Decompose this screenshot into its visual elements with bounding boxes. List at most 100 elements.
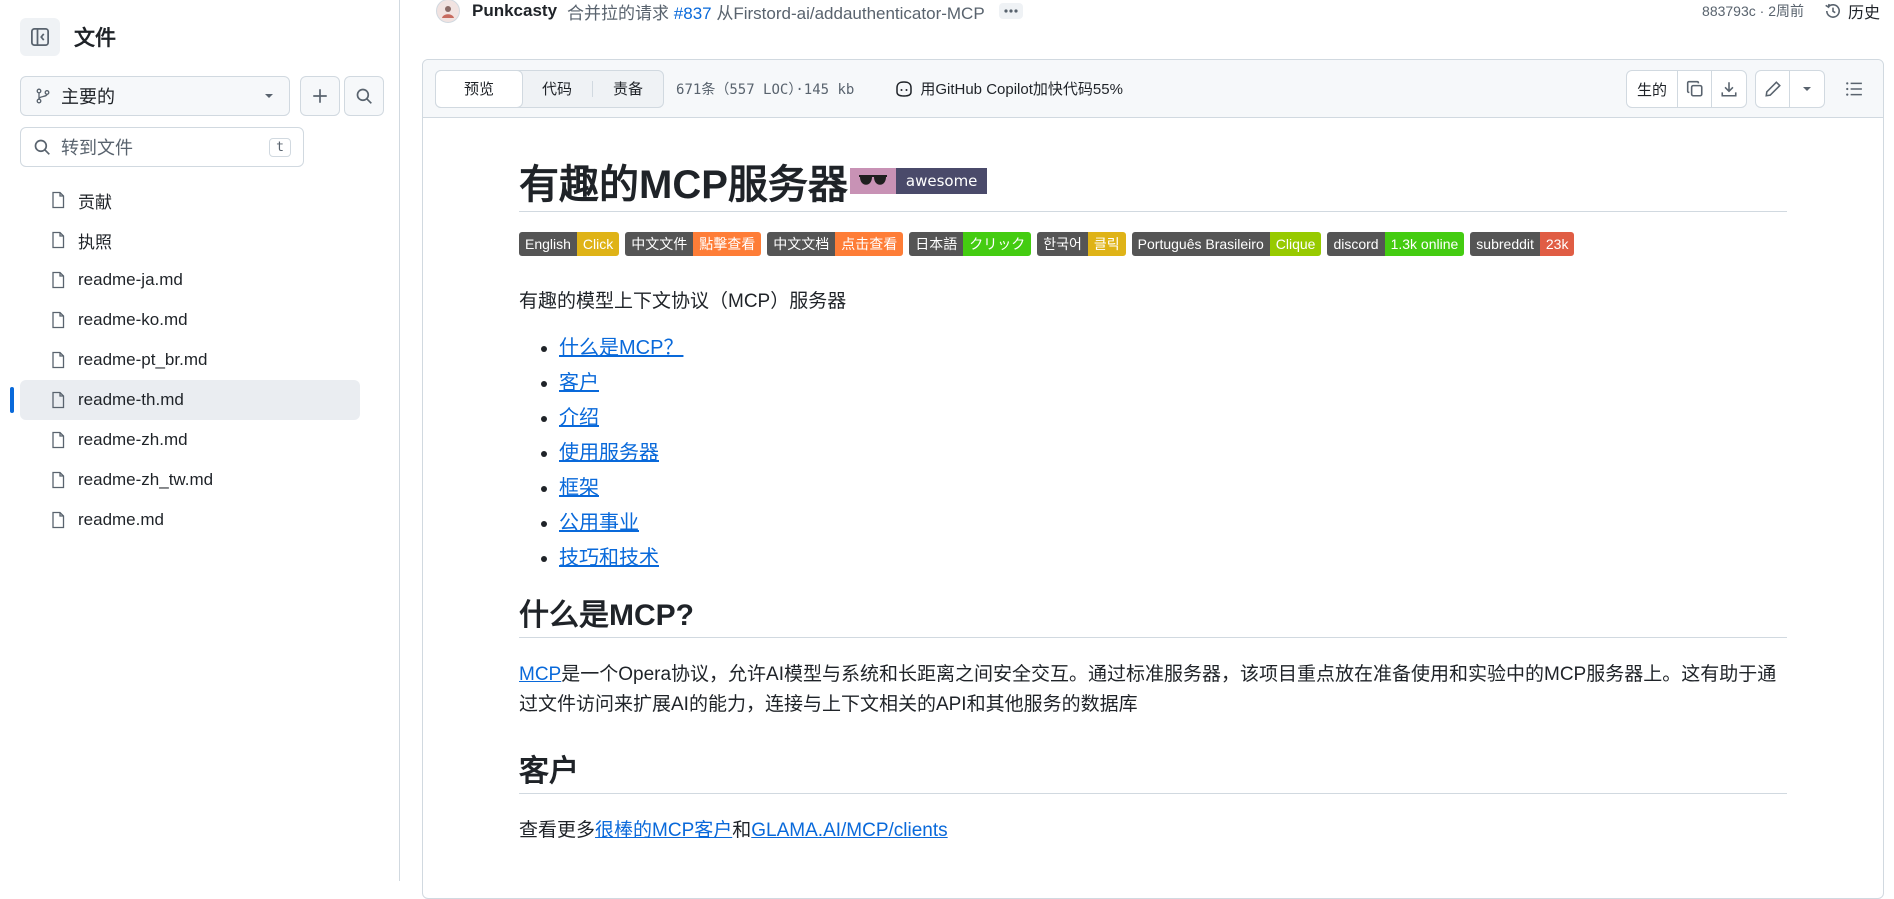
commit-author[interactable]: Punkcasty — [472, 1, 557, 21]
file-tree-item[interactable]: readme-zh_tw.md — [20, 460, 360, 500]
file-tree-item[interactable]: readme-pt_br.md — [20, 340, 360, 380]
file-icon — [52, 511, 65, 529]
file-tree-item[interactable]: 执照 — [20, 220, 360, 260]
sunglasses-icon — [858, 174, 887, 185]
copilot-promo-link[interactable]: 用GitHub Copilot加快代码55% — [894, 78, 1123, 99]
go-to-file-input[interactable]: 转到文件 t — [20, 127, 304, 167]
file-icon — [52, 351, 65, 369]
toc-link[interactable]: 客户 — [559, 372, 599, 394]
readme-title-heading: 有趣的MCP服务器 awesome — [519, 156, 1787, 212]
edit-dropdown-button[interactable] — [1790, 71, 1824, 107]
expand-commit-button[interactable] — [998, 3, 1023, 19]
commit-message-suffix: 从Firstord-ai/addauthenticator-MCP — [716, 3, 985, 23]
awesome-badge[interactable]: awesome — [849, 167, 988, 194]
toc-item: 框架 — [559, 471, 1787, 506]
file-tree-item-label: readme-zh_tw.md — [78, 470, 214, 489]
toc-item: 公用事业 — [559, 506, 1787, 541]
branch-name: 主要的 — [61, 87, 115, 107]
commit-meta: 883793c · 2周前 历史 — [1702, 0, 1880, 23]
file-tree-item[interactable]: readme-th.md — [10, 380, 360, 420]
toc-item: 什么是MCP？ — [559, 331, 1787, 366]
awesome-mcp-clients-link[interactable]: 很棒的MCP客户 — [595, 820, 732, 841]
file-tree-item-label: readme-th.md — [78, 390, 184, 409]
toc-item: 客户 — [559, 366, 1787, 401]
file-tree-item-label: readme-ko.md — [78, 310, 188, 329]
awesome-logo — [849, 167, 896, 194]
badge-right-label: 23k — [1539, 232, 1575, 256]
language-badge[interactable]: 日本語 クリック — [909, 232, 1032, 256]
caret-down-icon — [1803, 87, 1811, 91]
file-tree-item-label: readme-zh.md — [78, 430, 188, 449]
commit-message[interactable]: 合并拉的请求 #837 从Firstord-ai/addauthenticato… — [567, 0, 985, 24]
file-icon — [52, 271, 65, 289]
badge-left-label: 한국어 — [1037, 232, 1088, 256]
avatar[interactable] — [436, 0, 460, 23]
commit-sha-time[interactable]: 883793c · 2周前 — [1702, 1, 1804, 21]
toc-link[interactable]: 使用服务器 — [559, 442, 659, 464]
badge-left-label: English — [519, 232, 577, 256]
toc-link[interactable]: 什么是MCP？ — [559, 337, 683, 359]
glama-clients-link[interactable]: GLAMA.AI/MCP/clients — [751, 820, 947, 841]
history-icon — [1825, 3, 1840, 18]
add-file-button[interactable] — [300, 76, 340, 116]
plus-icon — [313, 89, 327, 103]
raw-button[interactable]: 生的 — [1627, 71, 1678, 107]
mcp-link[interactable]: MCP — [519, 664, 561, 685]
outline-button[interactable] — [1837, 70, 1871, 108]
mcp-description: 是一个Opera协议，允许AI模型与系统和长距离之间安全交互。通过标准服务器，该… — [519, 664, 1777, 715]
badge-left-label: 中文文件 — [625, 232, 694, 256]
download-button[interactable] — [1712, 71, 1746, 107]
badge-left-label: subreddit — [1470, 232, 1540, 256]
file-tree-item-label: 执照 — [78, 232, 112, 252]
file-actions: 生的 — [1625, 70, 1871, 108]
file-icon — [52, 431, 65, 449]
toc-item: 介绍 — [559, 401, 1787, 436]
language-badge[interactable]: 한국어 클릭 — [1037, 232, 1126, 256]
file-icon — [52, 311, 65, 329]
language-badge[interactable]: subreddit 23k — [1470, 232, 1575, 256]
toc-link[interactable]: 框架 — [559, 477, 599, 499]
toc-link[interactable]: 技巧和技术 — [559, 547, 659, 569]
file-tree-item[interactable]: readme-ko.md — [20, 300, 360, 340]
language-badge[interactable]: 中文文档 点击查看 — [767, 232, 904, 256]
view-mode-tabs: 预览 代码 责备 — [435, 69, 665, 108]
toc-item: 技巧和技术 — [559, 541, 1787, 576]
shortcut-key: t — [269, 137, 291, 157]
git-branch-icon — [36, 88, 50, 104]
pr-link[interactable]: #837 — [674, 4, 712, 23]
go-to-file-placeholder: 转到文件 — [61, 138, 133, 158]
sidebar-header: 文件 — [20, 18, 116, 56]
tab-blame[interactable]: 责备 — [593, 71, 663, 107]
tab-preview[interactable]: 预览 — [435, 69, 524, 108]
file-tree-item-label: readme.md — [78, 510, 164, 529]
tab-code[interactable]: 代码 — [522, 71, 592, 107]
copy-raw-button[interactable] — [1678, 71, 1712, 107]
language-badge[interactable]: Português Brasileiro Clique — [1131, 232, 1322, 256]
search-icon — [34, 139, 50, 155]
history-button[interactable]: 历史 — [1824, 0, 1880, 23]
search-files-button[interactable] — [344, 76, 384, 116]
toc-link[interactable]: 介绍 — [559, 407, 599, 429]
edit-file-button[interactable] — [1756, 71, 1790, 107]
language-badge[interactable]: English Click — [519, 232, 620, 256]
file-tree-item-label: readme-ja.md — [78, 270, 183, 289]
file-tree-item[interactable]: readme.md — [20, 500, 360, 540]
language-badge[interactable]: discord 1.3k online — [1327, 232, 1465, 256]
list-outline-icon — [1846, 82, 1862, 96]
language-badge[interactable]: 中文文件 點擊查看 — [625, 232, 762, 256]
pencil-icon — [1764, 81, 1781, 97]
file-tree-item[interactable]: readme-zh.md — [20, 420, 360, 460]
latest-commit-bar: Punkcasty 合并拉的请求 #837 从Firstord-ai/addau… — [436, 0, 1880, 24]
badge-right-label: Click — [576, 232, 620, 256]
kebab-horizontal-icon — [1004, 9, 1018, 13]
file-tree-item[interactable]: 贡献 — [20, 180, 360, 220]
file-viewer: 预览 代码 责备 671条（557 LOC）·145 kb 用GitHub Co… — [422, 59, 1884, 899]
file-tree-item-label: 贡献 — [78, 192, 112, 212]
toc-link[interactable]: 公用事业 — [559, 512, 639, 534]
collapse-sidebar-button[interactable] — [20, 18, 60, 56]
section-paragraph-clients: 查看更多很棒的MCP客户和GLAMA.AI/MCP/clients — [519, 816, 1787, 846]
branch-selector-button[interactable]: 主要的 — [20, 76, 290, 116]
search-icon — [356, 88, 372, 104]
file-tree-item[interactable]: readme-ja.md — [20, 260, 360, 300]
edit-actions-group — [1755, 70, 1825, 108]
